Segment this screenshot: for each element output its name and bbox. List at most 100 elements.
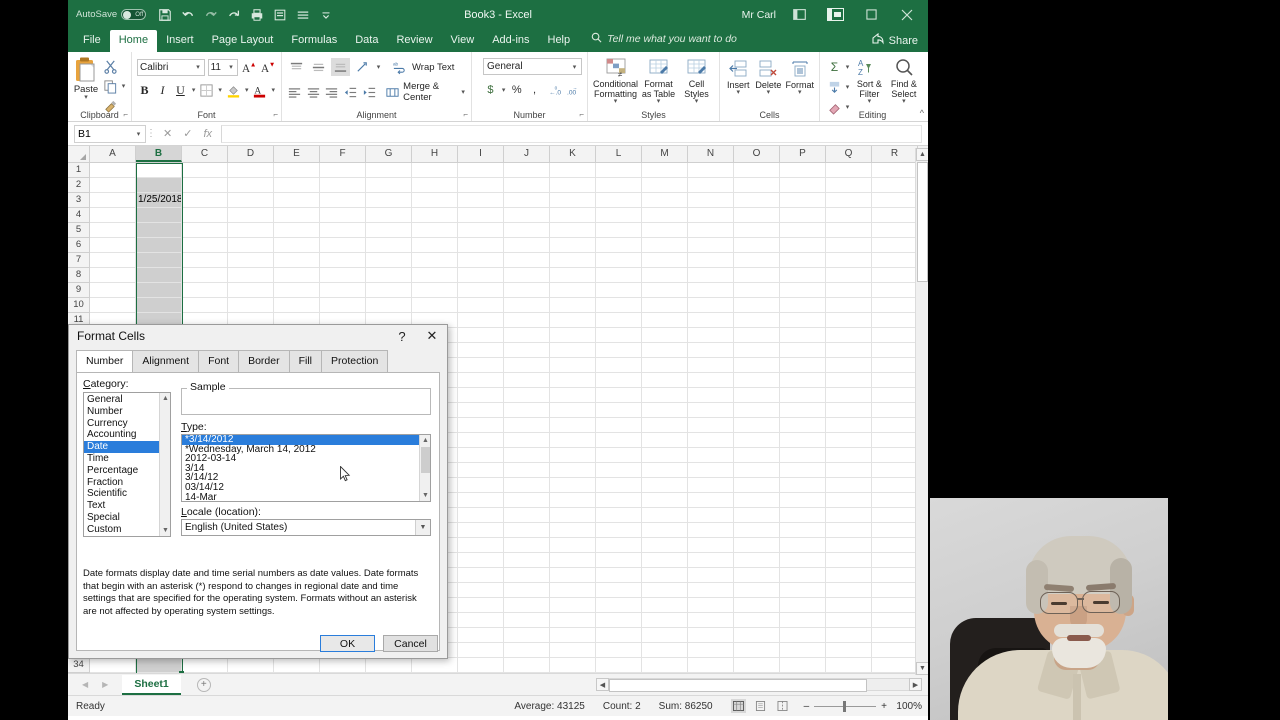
print-icon[interactable] xyxy=(250,8,264,22)
insert-function-icon[interactable]: fx xyxy=(203,128,212,140)
cell-c2[interactable] xyxy=(182,178,228,193)
scroll-up-icon[interactable]: ▲ xyxy=(420,435,430,446)
cell-r28[interactable] xyxy=(872,568,918,583)
cell-p13[interactable] xyxy=(780,343,826,358)
category-item-special[interactable]: Special xyxy=(84,512,159,524)
cell-h8[interactable] xyxy=(412,268,458,283)
cell-k8[interactable] xyxy=(550,268,596,283)
cell-p19[interactable] xyxy=(780,433,826,448)
cell-p30[interactable] xyxy=(780,598,826,613)
cell-q14[interactable] xyxy=(826,358,872,373)
cell-p10[interactable] xyxy=(780,298,826,313)
zoom-out-icon[interactable]: – xyxy=(804,701,810,712)
cell-f4[interactable] xyxy=(320,208,366,223)
cell-k13[interactable] xyxy=(550,343,596,358)
cell-o24[interactable] xyxy=(734,508,780,523)
cell-j31[interactable] xyxy=(504,613,550,628)
cell-i11[interactable] xyxy=(458,313,504,328)
cell-j30[interactable] xyxy=(504,598,550,613)
undo-drop-icon[interactable] xyxy=(227,8,241,22)
cell-m11[interactable] xyxy=(642,313,688,328)
cell-l13[interactable] xyxy=(596,343,642,358)
cell-f2[interactable] xyxy=(320,178,366,193)
chevron-down-icon[interactable]: ▾ xyxy=(868,98,872,105)
format-cells-button[interactable]: Format ▾ xyxy=(785,57,814,96)
scroll-up-icon[interactable]: ▲ xyxy=(916,148,928,161)
cell-p22[interactable] xyxy=(780,478,826,493)
cell-l10[interactable] xyxy=(596,298,642,313)
cell-h1[interactable] xyxy=(412,163,458,178)
cell-j4[interactable] xyxy=(504,208,550,223)
cell-i1[interactable] xyxy=(458,163,504,178)
cell-o3[interactable] xyxy=(734,193,780,208)
cell-l27[interactable] xyxy=(596,553,642,568)
cell-q10[interactable] xyxy=(826,298,872,313)
cell-i20[interactable] xyxy=(458,448,504,463)
cell-i14[interactable] xyxy=(458,358,504,373)
cell-q4[interactable] xyxy=(826,208,872,223)
cell-f5[interactable] xyxy=(320,223,366,238)
cell-i28[interactable] xyxy=(458,568,504,583)
bold-icon[interactable]: B xyxy=(137,81,152,99)
cell-r29[interactable] xyxy=(872,583,918,598)
vertical-scrollbar[interactable]: ▲ ▼ xyxy=(915,148,928,675)
cell-i32[interactable] xyxy=(458,628,504,643)
cell-r11[interactable] xyxy=(872,313,918,328)
category-item-general[interactable]: General xyxy=(84,394,159,406)
cell-i24[interactable] xyxy=(458,508,504,523)
cell-j2[interactable] xyxy=(504,178,550,193)
cell-o33[interactable] xyxy=(734,643,780,658)
cell-n8[interactable] xyxy=(688,268,734,283)
cell-j15[interactable] xyxy=(504,373,550,388)
locale-combo[interactable]: English (United States) ▼ xyxy=(181,519,431,536)
cell-k14[interactable] xyxy=(550,358,596,373)
cell-l20[interactable] xyxy=(596,448,642,463)
cell-p11[interactable] xyxy=(780,313,826,328)
cell-i9[interactable] xyxy=(458,283,504,298)
cell-m15[interactable] xyxy=(642,373,688,388)
cell-m3[interactable] xyxy=(642,193,688,208)
cell-m22[interactable] xyxy=(642,478,688,493)
chevron-down-icon[interactable]: ▾ xyxy=(84,94,88,101)
column-header-b[interactable]: B xyxy=(136,146,182,162)
cell-n3[interactable] xyxy=(688,193,734,208)
zoom-level[interactable]: 100% xyxy=(892,701,922,712)
cell-q26[interactable] xyxy=(826,538,872,553)
cell-a8[interactable] xyxy=(90,268,136,283)
collapse-ribbon-icon[interactable]: ^ xyxy=(920,108,924,118)
cell-p15[interactable] xyxy=(780,373,826,388)
cell-q18[interactable] xyxy=(826,418,872,433)
cell-n23[interactable] xyxy=(688,493,734,508)
cell-m30[interactable] xyxy=(642,598,688,613)
cell-l34[interactable] xyxy=(596,658,642,673)
undo-icon[interactable] xyxy=(181,8,195,22)
cell-o7[interactable] xyxy=(734,253,780,268)
chevron-down-icon[interactable]: ▾ xyxy=(614,98,618,105)
cell-p3[interactable] xyxy=(780,193,826,208)
cell-g8[interactable] xyxy=(366,268,412,283)
cell-p16[interactable] xyxy=(780,388,826,403)
cell-d10[interactable] xyxy=(228,298,274,313)
cell-a3[interactable] xyxy=(90,193,136,208)
category-item-accounting[interactable]: Accounting xyxy=(84,429,159,441)
cell-i2[interactable] xyxy=(458,178,504,193)
chevron-down-icon[interactable]: ▼ xyxy=(415,520,430,535)
cell-p18[interactable] xyxy=(780,418,826,433)
cell-p8[interactable] xyxy=(780,268,826,283)
cell-h6[interactable] xyxy=(412,238,458,253)
cell-a5[interactable] xyxy=(90,223,136,238)
cell-n13[interactable] xyxy=(688,343,734,358)
dialog-tab-border[interactable]: Border xyxy=(238,350,290,372)
cell-g6[interactable] xyxy=(366,238,412,253)
row-header-2[interactable]: 2 xyxy=(68,178,89,193)
cell-j24[interactable] xyxy=(504,508,550,523)
cell-i12[interactable] xyxy=(458,328,504,343)
italic-icon[interactable]: I xyxy=(155,81,170,99)
align-bottom-icon[interactable] xyxy=(331,58,350,76)
cell-j33[interactable] xyxy=(504,643,550,658)
cell-a34[interactable] xyxy=(90,658,136,673)
save-icon[interactable] xyxy=(158,8,172,22)
cell-q25[interactable] xyxy=(826,523,872,538)
cell-l16[interactable] xyxy=(596,388,642,403)
scroll-down-icon[interactable]: ▼ xyxy=(916,662,928,675)
